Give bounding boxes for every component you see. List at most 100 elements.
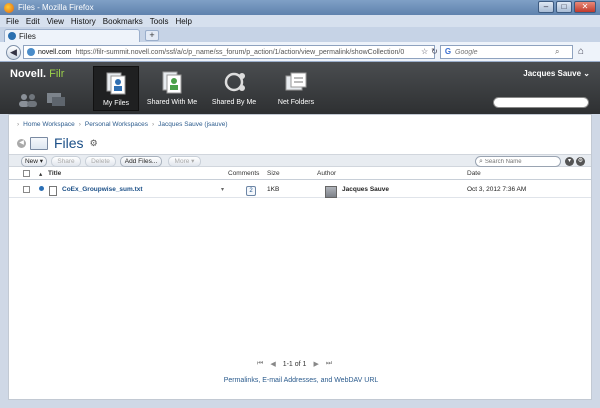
menu-tools[interactable]: Tools [150,17,169,26]
row-menu-chevron-icon[interactable]: ▾ [221,186,224,193]
tile-label: Net Folders [277,99,315,106]
desktop-icon[interactable] [46,92,66,108]
file-toolbar: New ▾ Share Delete Add Files... More ▾ ⌕… [9,154,591,167]
avatar [325,186,337,198]
tile-label: My Files [102,100,130,107]
maximize-button[interactable]: □ [556,1,572,13]
add-files-button[interactable]: Add Files... [120,156,162,167]
select-all-checkbox[interactable] [23,170,30,177]
author-name[interactable]: Jacques Sauve [342,186,389,193]
last-page-icon[interactable]: ⏭ [326,360,332,368]
home-button[interactable]: ⌂ [578,46,584,57]
window-controls: – □ ✕ [538,1,596,13]
shared-with-me-icon [162,71,182,94]
net-folders-icon [285,72,307,91]
options-gear-icon[interactable]: ⚙ [576,157,585,166]
table-header: ▴ Title Comments Size Author Date [9,168,591,180]
pin-icon[interactable]: ▴ [39,170,42,178]
bookmark-star-icon[interactable]: ☆ [421,47,428,56]
row-checkbox[interactable] [23,186,30,193]
window-title: Files - Mozilla Firefox [18,3,94,12]
url-actions: ☆ ↻ [421,47,438,56]
minimize-button[interactable]: – [538,1,554,13]
filr-header: Novell. Filr Jacques Sauve ⌄ My Files Sh… [0,62,600,114]
file-date: Oct 3, 2012 7:36 AM [467,186,527,193]
search-name-box[interactable]: ⌕ [475,156,561,167]
file-name-link[interactable]: CoEx_Groupwise_sum.txt [62,186,143,193]
new-tab-button[interactable]: + [145,30,159,41]
tile-my-files[interactable]: My Files [93,66,139,111]
file-size: 1KB [267,186,280,193]
close-button[interactable]: ✕ [574,1,596,13]
unseen-indicator-icon [39,186,44,191]
people-icon[interactable] [18,93,38,107]
more-button[interactable]: More ▾ [168,156,201,167]
breadcrumb-home-workspace[interactable]: Home Workspace [23,121,75,128]
url-bar[interactable]: novell.com https://filr-summit.novell.co… [23,45,435,59]
google-icon[interactable]: G [443,47,453,57]
collapse-icon[interactable]: ◀ [17,138,26,148]
breadcrumb-personal-workspaces[interactable]: Personal Workspaces [85,121,148,128]
content-panel: › Home Workspace › Personal Workspaces ›… [8,114,592,400]
column-comments[interactable]: Comments [228,170,259,177]
permalinks-link[interactable]: Permalinks, E-mail Addresses, and WebDAV… [9,377,593,384]
user-menu[interactable]: Jacques Sauve ⌄ [523,69,590,78]
menu-bookmarks[interactable]: Bookmarks [103,17,143,26]
tile-shared-by-me[interactable]: Shared By Me [205,66,263,111]
reload-icon[interactable]: ↻ [431,47,438,56]
web-search-input[interactable] [455,48,555,56]
column-title[interactable]: Title [48,170,61,177]
tile-label: Shared By Me [211,99,257,106]
breadcrumb-user-workspace[interactable]: Jacques Sauve (jsauve) [158,121,227,128]
column-size[interactable]: Size [267,170,280,177]
tab-strip: Files + [0,27,600,42]
my-files-icon [106,72,126,95]
window-titlebar: Files - Mozilla Firefox – □ ✕ [0,0,600,15]
filr-search-input[interactable] [493,97,589,108]
new-button[interactable]: New ▾ [21,156,47,167]
favicon-icon [8,32,16,40]
gear-icon[interactable]: ⚙ [90,138,98,149]
next-page-icon[interactable]: ▶ [313,360,318,368]
menu-history[interactable]: History [71,17,96,26]
share-icon [224,72,245,92]
menu-view[interactable]: View [47,17,64,26]
menu-edit[interactable]: Edit [26,17,40,26]
filter-dropdown-icon[interactable]: ▾ [565,157,574,166]
folder-header: ◀ Files ⚙ [17,135,98,151]
url-text: https://filr-summit.novell.com/ssf/a/c/p… [75,48,405,56]
browser-tab-files[interactable]: Files [4,29,140,42]
url-domain: novell.com [38,48,72,56]
delete-button[interactable]: Delete [85,156,116,167]
site-identity-icon[interactable] [27,48,35,56]
search-name-input[interactable] [484,158,555,165]
breadcrumb: › Home Workspace › Personal Workspaces ›… [17,121,228,128]
tile-net-folders[interactable]: Net Folders [267,66,325,111]
web-search-box[interactable]: G ⌕ [440,45,573,59]
text-file-icon [49,186,57,196]
novell-filr-logo: Novell. Filr [10,68,65,80]
firefox-icon [4,2,14,13]
tab-title: Files [19,31,36,41]
back-button[interactable]: ◀ [6,45,21,60]
comments-count[interactable]: 2 [246,186,256,196]
pagination: ⏮ ◀ 1-1 of 1 ▶ ⏭ [257,360,332,368]
menu-help[interactable]: Help [175,17,191,26]
first-page-icon[interactable]: ⏮ [257,360,263,368]
column-author[interactable]: Author [317,170,336,177]
share-button[interactable]: Share [51,156,81,167]
search-icon[interactable]: ⌕ [555,47,559,57]
folder-icon [30,136,48,150]
page-range: 1-1 of 1 [282,360,307,368]
navigation-bar: ◀ novell.com https://filr-summit.novell.… [0,42,600,62]
tile-shared-with-me[interactable]: Shared With Me [143,66,201,111]
search-icon: ⌕ [479,157,483,165]
column-date[interactable]: Date [467,170,481,177]
table-row[interactable]: CoEx_Groupwise_sum.txt ▾ 2 1KB Jacques S… [9,181,591,198]
menu-bar: File Edit View History Bookmarks Tools H… [0,15,600,27]
page-title: Files [54,135,84,151]
menu-file[interactable]: File [6,17,19,26]
filr-nav-tiles: My Files Shared With Me Shared By Me Net… [93,66,325,111]
tile-label: Shared With Me [146,99,198,106]
prev-page-icon[interactable]: ◀ [270,360,275,368]
